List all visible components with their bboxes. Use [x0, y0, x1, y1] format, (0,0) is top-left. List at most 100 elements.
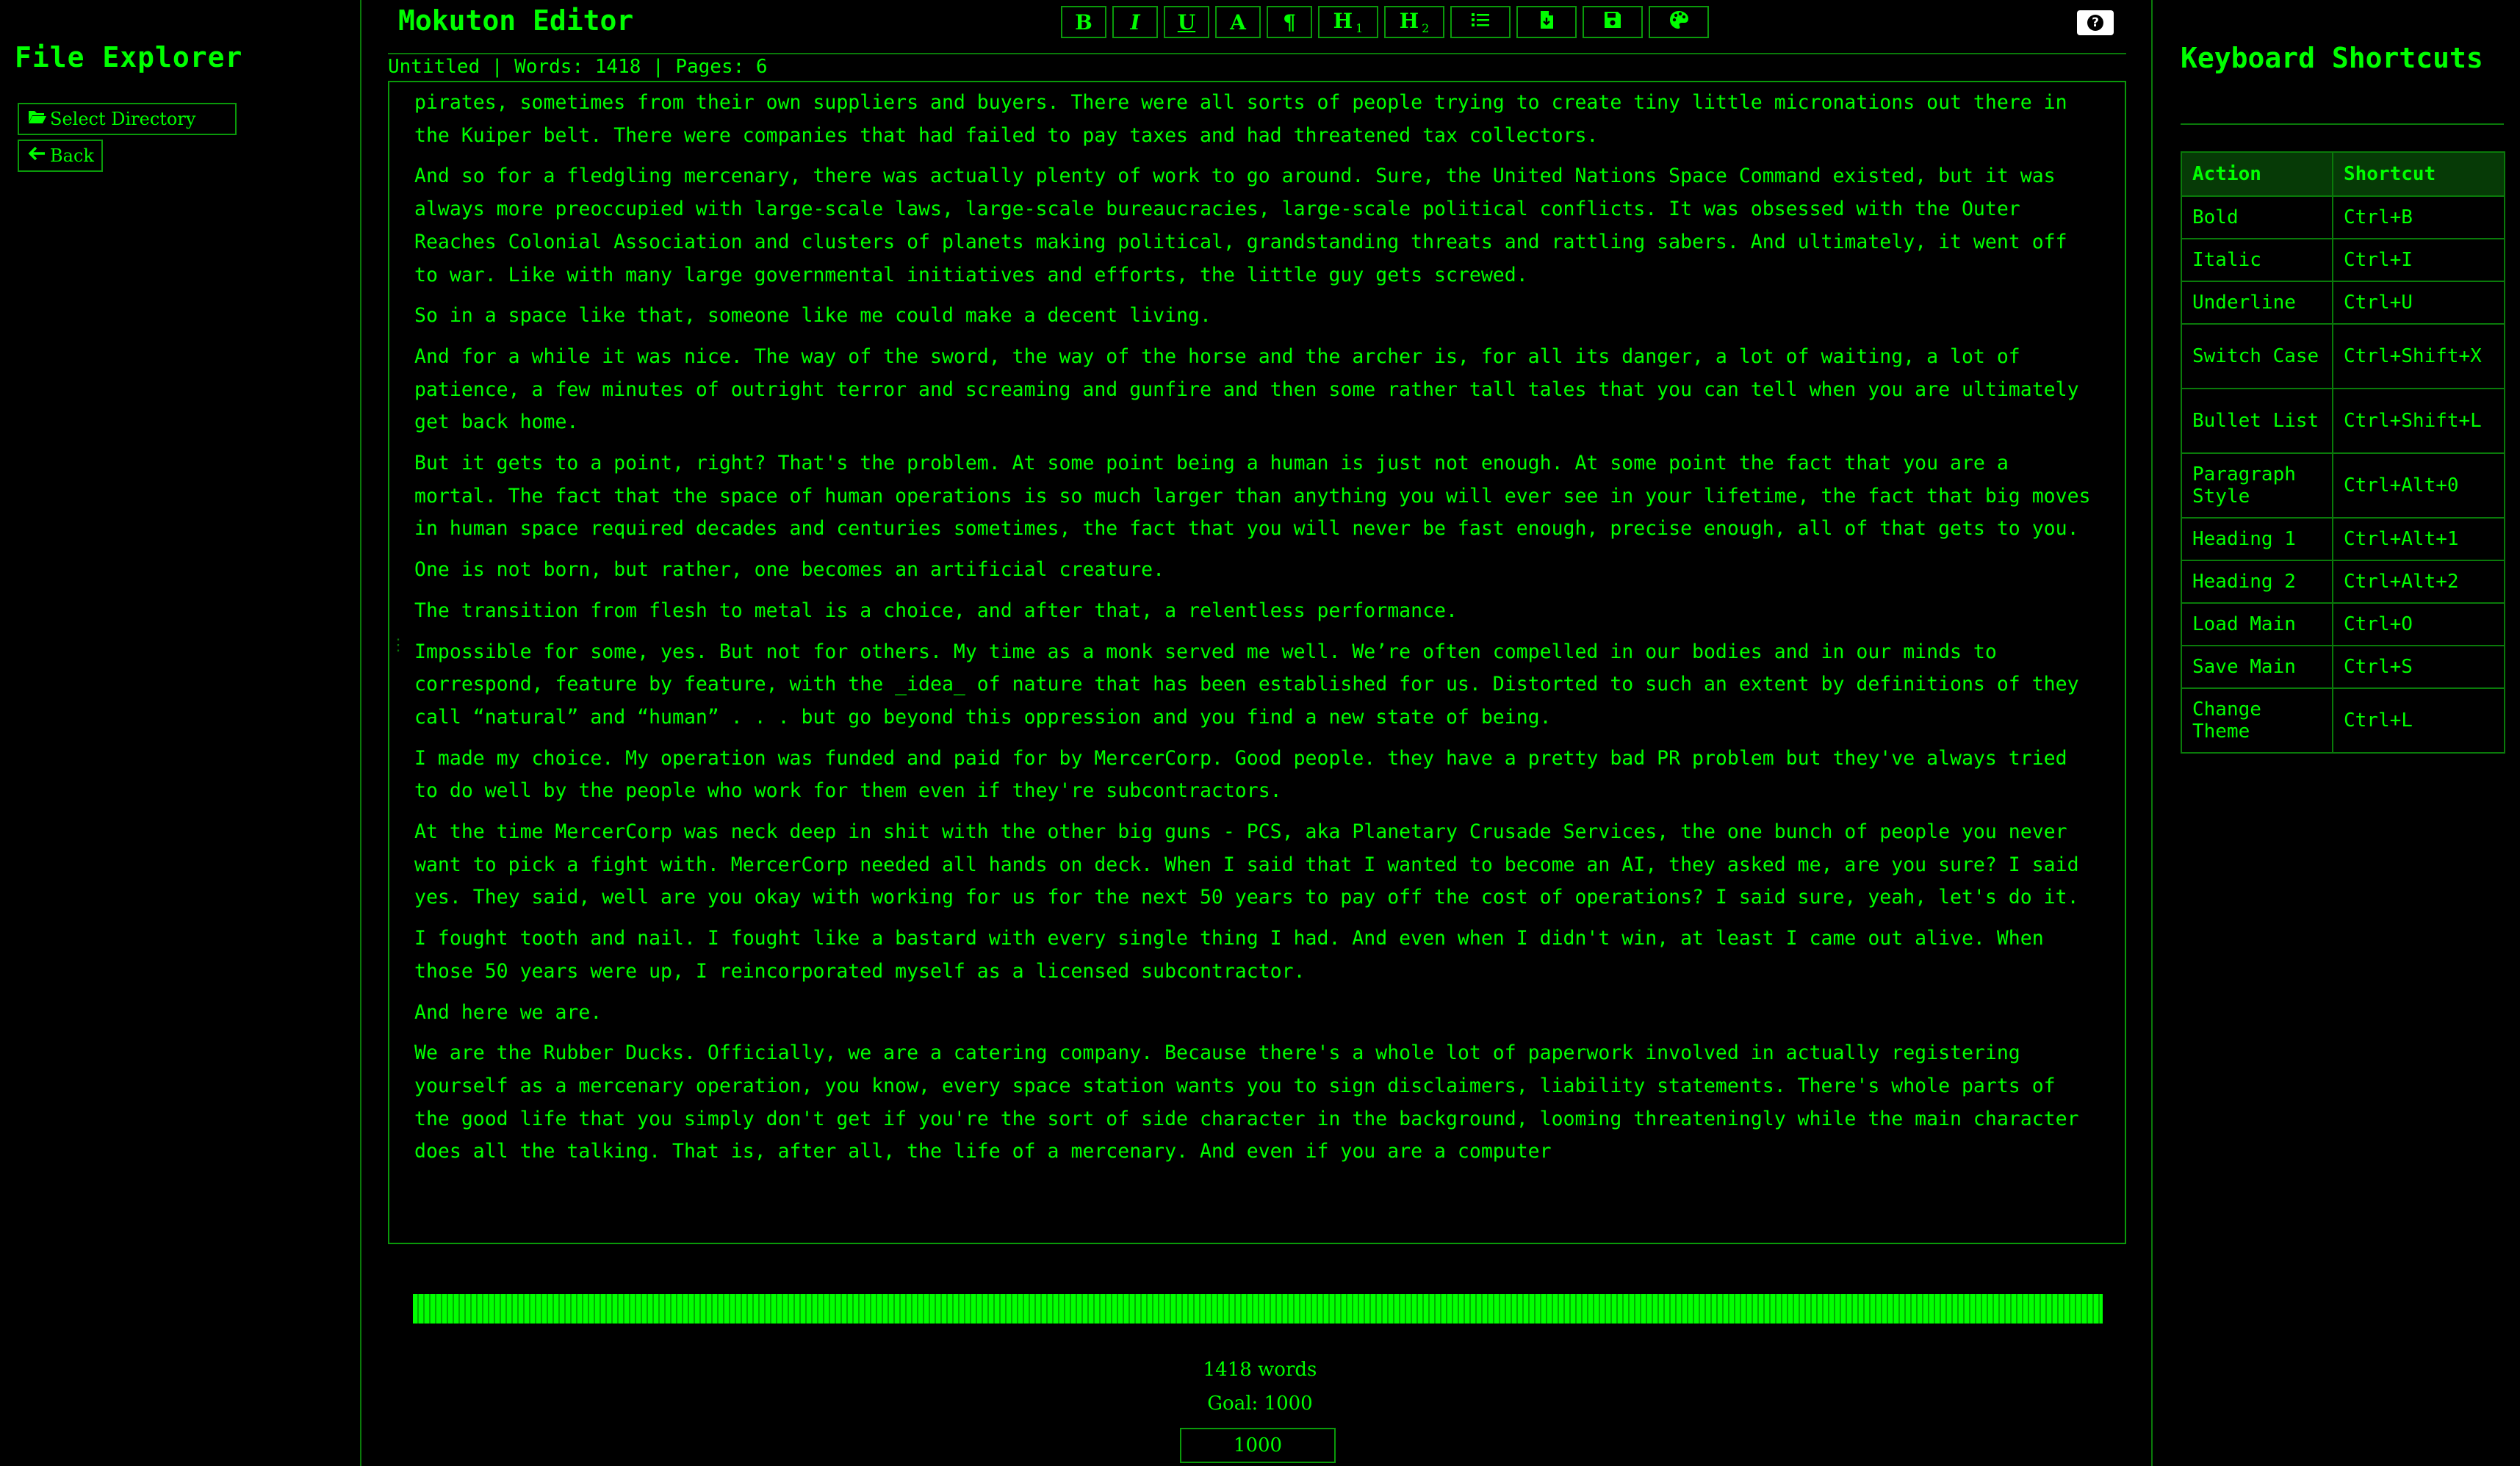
action-cell: Load Main	[2181, 602, 2333, 646]
title-divider	[388, 53, 2126, 54]
table-row: Switch Case Ctrl+Shift+X	[2181, 323, 2505, 389]
editor-paragraph[interactable]: pirates, sometimes from their own suppli…	[414, 87, 2097, 152]
italic-icon: I	[1130, 10, 1140, 35]
table-row: Paragraph Style Ctrl+Alt+0	[2181, 452, 2505, 519]
editor-paragraph[interactable]: Impossible for some, yes. But not for ot…	[414, 636, 2097, 734]
shortcut-cell: Ctrl+Shift+X	[2332, 323, 2505, 389]
drag-handle-icon[interactable]: ⋮	[390, 636, 406, 654]
bullet-list-button[interactable]	[1450, 6, 1511, 38]
save-main-button[interactable]	[1583, 6, 1643, 38]
editor-paragraph[interactable]: And here we are.	[414, 997, 2097, 1030]
document-status: Untitled | Words: 1418 | Pages: 6	[388, 56, 768, 78]
shortcut-cell: Ctrl+Alt+1	[2332, 517, 2505, 561]
heading-1-level: 1	[1356, 21, 1364, 36]
column-header-shortcut: Shortcut	[2332, 151, 2505, 197]
arrow-left-icon	[28, 145, 47, 166]
formatting-toolbar: B I U A ¶ H1 H2	[1061, 6, 1709, 38]
action-cell: Switch Case	[2181, 323, 2333, 389]
editor-content[interactable]: pirates, sometimes from their own suppli…	[414, 87, 2097, 1177]
heading-2-letter: H	[1399, 8, 1419, 33]
editor-paragraph[interactable]: At the time MercerCorp was neck deep in …	[414, 816, 2097, 914]
table-header-row: Action Shortcut	[2181, 151, 2505, 197]
palette-icon	[1668, 10, 1689, 35]
shortcut-cell: Ctrl+I	[2332, 238, 2505, 282]
shortcut-cell: Ctrl+Alt+2	[2332, 560, 2505, 604]
editor-paragraph[interactable]: One is not born, but rather, one becomes…	[414, 554, 2097, 587]
action-cell: Save Main	[2181, 645, 2333, 689]
folder-open-icon	[28, 109, 47, 129]
help-button[interactable]: ?	[2077, 10, 2114, 35]
action-cell: Bullet List	[2181, 388, 2333, 454]
editor-paragraph[interactable]: And for a while it was nice. The way of …	[414, 341, 2097, 439]
table-row: Italic Ctrl+I	[2181, 238, 2505, 282]
editor-paragraph[interactable]: We are the Rubber Ducks. Officially, we …	[414, 1037, 2097, 1169]
shortcuts-table: Action Shortcut Bold Ctrl+B Italic Ctrl+I …	[2181, 151, 2505, 754]
action-cell: Underline	[2181, 281, 2333, 325]
bold-button[interactable]: B	[1061, 6, 1106, 38]
editor-paragraph[interactable]: The transition from flesh to metal is a …	[414, 595, 2097, 628]
select-directory-label: Select Directory	[50, 109, 196, 129]
text-editor[interactable]: ⋮ pirates, sometimes from their own supp…	[388, 81, 2126, 1244]
heading-2-level: 2	[1422, 21, 1430, 36]
goal-label: Goal: 1000	[1207, 1393, 1313, 1415]
shortcut-cell: Ctrl+O	[2332, 602, 2505, 646]
table-row: Save Main Ctrl+S	[2181, 645, 2505, 689]
load-main-button[interactable]	[1516, 6, 1577, 38]
keyboard-shortcuts-panel: Keyboard Shortcuts Action Shortcut Bold C…	[2151, 0, 2520, 1466]
goal-input[interactable]	[1180, 1428, 1336, 1463]
paragraph-button[interactable]: ¶	[1267, 6, 1312, 38]
floppy-disk-icon	[1602, 10, 1623, 35]
change-theme-button[interactable]	[1649, 6, 1709, 38]
editor-paragraph[interactable]: So in a space like that, someone like me…	[414, 300, 2097, 333]
back-label: Back	[50, 145, 94, 166]
table-row: Change Theme Ctrl+L	[2181, 687, 2505, 754]
heading-2-button[interactable]: H2	[1384, 6, 1444, 38]
list-icon	[1470, 10, 1491, 35]
action-cell: Change Theme	[2181, 687, 2333, 754]
word-count: 1418 words	[1203, 1359, 1317, 1381]
underline-button[interactable]: U	[1164, 6, 1209, 38]
heading-1-icon: H1	[1333, 9, 1364, 36]
editor-paragraph[interactable]: And so for a fledgling mercenary, there …	[414, 160, 2097, 292]
shortcut-cell: Ctrl+Shift+L	[2332, 388, 2505, 454]
action-cell: Heading 2	[2181, 560, 2333, 604]
italic-button[interactable]: I	[1112, 6, 1158, 38]
shortcut-cell: Ctrl+Alt+0	[2332, 452, 2505, 519]
shortcut-cell: Ctrl+S	[2332, 645, 2505, 689]
file-icon	[1536, 10, 1557, 35]
keyboard-shortcuts-title: Keyboard Shortcuts	[2181, 42, 2483, 74]
editor-paragraph[interactable]: I made my choice. My operation was funde…	[414, 743, 2097, 808]
switch-case-icon: A	[1230, 10, 1246, 35]
file-explorer-panel: File Explorer Select Directory Back	[0, 0, 361, 1466]
action-cell: Paragraph Style	[2181, 452, 2333, 519]
shortcut-cell: Ctrl+U	[2332, 281, 2505, 325]
table-row: Bold Ctrl+B	[2181, 195, 2505, 239]
table-row: Load Main Ctrl+O	[2181, 602, 2505, 646]
heading-2-icon: H2	[1400, 9, 1430, 36]
file-explorer-title: File Explorer	[15, 41, 243, 73]
paragraph-icon: ¶	[1283, 10, 1296, 35]
bold-icon: B	[1075, 10, 1092, 35]
shortcut-cell: Ctrl+B	[2332, 195, 2505, 239]
editor-paragraph[interactable]: I fought tooth and nail. I fought like a…	[414, 922, 2097, 988]
column-header-action: Action	[2181, 151, 2333, 197]
heading-1-letter: H	[1333, 8, 1353, 33]
question-circle-icon: ?	[2087, 15, 2103, 31]
action-cell: Bold	[2181, 195, 2333, 239]
editor-paragraph[interactable]: But it gets to a point, right? That's th…	[414, 447, 2097, 546]
switch-case-button[interactable]: A	[1215, 6, 1261, 38]
back-button[interactable]: Back	[18, 140, 103, 172]
word-goal-progress-bar	[413, 1294, 2103, 1324]
shortcuts-divider	[2181, 123, 2504, 125]
action-cell: Italic	[2181, 238, 2333, 282]
shortcut-cell: Ctrl+L	[2332, 687, 2505, 754]
app-title: Mokuton Editor	[398, 4, 634, 37]
select-directory-button[interactable]: Select Directory	[18, 103, 237, 135]
table-row: Bullet List Ctrl+Shift+L	[2181, 388, 2505, 454]
table-row: Heading 1 Ctrl+Alt+1	[2181, 517, 2505, 561]
action-cell: Heading 1	[2181, 517, 2333, 561]
heading-1-button[interactable]: H1	[1318, 6, 1378, 38]
table-row: Underline Ctrl+U	[2181, 281, 2505, 325]
underline-icon: U	[1177, 10, 1196, 35]
table-row: Heading 2 Ctrl+Alt+2	[2181, 560, 2505, 604]
